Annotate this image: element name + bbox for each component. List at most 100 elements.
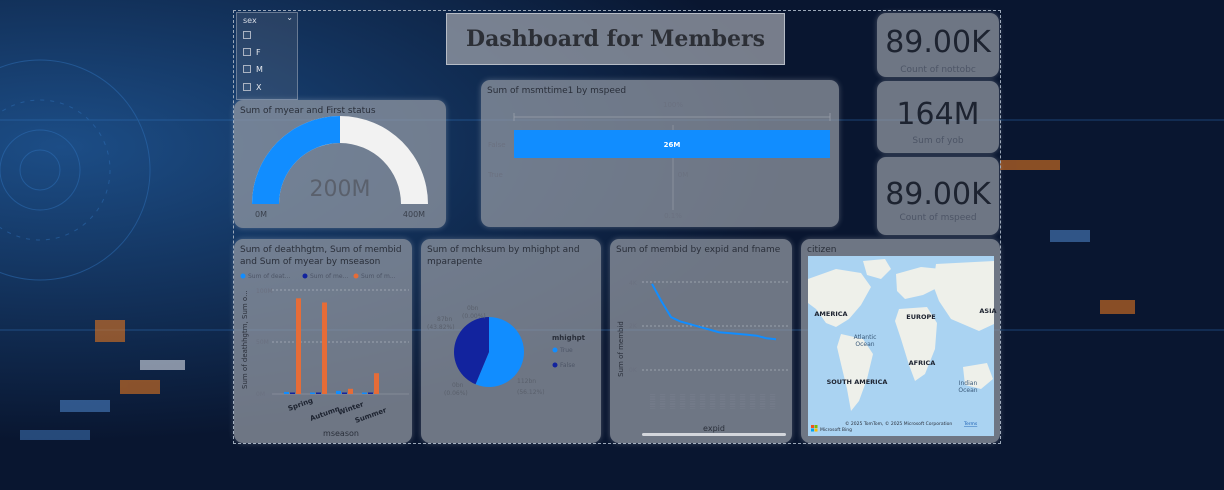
kpi-card-sum-yob[interactable]: 164M Sum of yob [877,81,999,153]
slicer-item-label: F [256,47,261,57]
map-brand: Microsoft Bing [820,427,852,433]
data-label: 26M [664,141,681,149]
map-label: AMERICA [814,310,847,318]
chevron-down-icon[interactable]: ⌄ [286,13,293,22]
x-tick-label: ||||||||| [670,394,676,409]
line-chart: Sum of membid 4K 2K 0K ||||||||| |||||||… [617,280,788,436]
column-bar-winter [342,392,347,394]
pie-chart: 0bn (0.00%) 87bn (43.82%) 0bn (0.06%) 11… [427,305,586,397]
microsoft-logo-icon [811,425,814,428]
y-tick-label: 100M [256,288,273,295]
scrollbar[interactable] [642,433,786,436]
x-axis-title: mseason [323,429,359,438]
y-tick-label: 50M [256,339,269,346]
checkbox[interactable] [243,48,251,56]
microsoft-logo-icon [814,425,818,428]
slicer-item-f[interactable]: F [243,46,261,58]
legend-label: True [559,347,573,354]
kpi-value: 164M [896,97,980,132]
y-tick-label: 2K [629,323,638,330]
axis-top-label: 100% [663,101,683,109]
sex-slicer[interactable]: sex ⌄ F M X [236,12,298,100]
kpi-card-count-mspeed[interactable]: 89.00K Count of mspeed [877,157,999,235]
pie-data-label: (0.00%) [462,313,486,320]
gauge-card[interactable]: Sum of myear and First status 200M 0M 40… [234,100,446,228]
x-tick-label: ||||||||| [720,394,726,409]
pie-data-label: 87bn [437,316,452,323]
slicer-item-x[interactable]: X [243,81,261,93]
bar-chart: 100% False 26M True 0M 0.1% [487,101,831,220]
column-bar-summer [368,392,373,394]
slicer-item-m[interactable]: M [243,63,263,75]
map-label: EUROPE [906,313,935,321]
y-axis-title: Sum of membid [617,321,625,377]
checkbox[interactable] [243,65,251,73]
x-tick-label: ||||||||| [740,394,746,409]
legend-label: Sum of m... [361,273,396,280]
map-ocean-label: Ocean [958,387,977,394]
column-bar-summer [362,392,367,394]
map-card[interactable]: citizen AMERICA EUROPE ASIA AFRICA SOUTH… [801,239,1000,443]
microsoft-logo-icon [814,428,818,432]
kpi-card-count-nottobc[interactable]: 89.00K Count of nottobc [877,13,999,77]
legend-title: mhighpt [552,334,586,342]
axis-bottom-label: 0.1% [664,212,682,220]
kpi-label: Count of mspeed [899,213,977,223]
x-tick-label: ||||||||| [770,394,776,409]
map-terms-link[interactable]: Terms [963,421,978,427]
line-series [651,283,777,341]
legend-label: False [560,362,575,369]
y-tick-label: 4K [629,280,638,287]
gauge-value: 200M [310,177,371,202]
x-tick-label: ||||||||| [700,394,706,409]
data-label: 0M [678,171,689,179]
slicer-item-blank[interactable] [243,29,256,41]
x-tick-label: ||||||||| [750,394,756,409]
legend-marker [552,362,558,368]
pie-data-label: (0.06%) [444,390,468,397]
column-bar-autumn [322,302,327,394]
kpi-label: Count of nottobc [900,65,976,75]
line-chart-card[interactable]: Sum of membid by expid and fname Sum of … [610,239,792,443]
bar-chart-card[interactable]: Sum of msmttime1 by mspeed 100% False 26… [481,80,839,227]
microsoft-logo-icon [811,428,814,432]
column-chart-card[interactable]: Sum of deathhgtm, Sum of membid and Sum … [234,239,412,443]
map-label: AFRICA [909,359,936,367]
map-ocean-label: Atlantic [854,334,877,341]
x-tick-label: ||||||||| [660,394,666,409]
x-tick-labels: ||||||||| ||||||||| ||||||||| ||||||||| … [650,394,776,409]
checkbox[interactable] [243,83,251,91]
kpi-value: 89.00K [885,25,991,60]
checkbox[interactable] [243,31,251,39]
kpi-value: 89.00K [885,177,991,212]
legend-label: Sum of me... [310,273,348,280]
map-copyright: © 2025 TomTom, © 2025 Microsoft Corporat… [845,420,952,427]
pie-data-label: (43.82%) [427,324,455,331]
gauge-max: 400M [403,210,425,219]
column-bar-autumn [316,392,321,394]
x-tick-label: ||||||||| [710,394,716,409]
column-bar-autumn [310,392,315,394]
map-ocean-label: Indian [959,380,978,387]
x-tick-label: Autumn [309,405,341,423]
legend-label: Sum of deat... [248,273,290,280]
legend-marker [552,347,558,353]
column-bar-winter [348,388,353,394]
pie-data-label: 112bn [517,378,536,385]
x-tick-label: Spring [287,397,314,413]
pie-chart-card[interactable]: Sum of mchksum by mhighpt and mparapente… [421,239,601,443]
gauge-min: 0M [255,210,267,219]
category-label: True [487,171,503,179]
column-bar-spring [290,392,295,394]
slicer-item-label: M [256,64,263,74]
world-map[interactable]: AMERICA EUROPE ASIA AFRICA SOUTH AMERICA… [801,239,1000,443]
kpi-label: Sum of yob [912,136,964,146]
y-tick-label: 0K [629,367,638,374]
column-bar-spring [296,298,301,394]
gauge-chart: 200M 0M 400M [252,116,428,219]
x-tick-label: ||||||||| [760,394,766,409]
x-tick-label: ||||||||| [690,394,696,409]
column-bar-winter [336,390,341,394]
pie-data-label: (56.12%) [517,389,545,396]
legend-marker [353,273,359,279]
